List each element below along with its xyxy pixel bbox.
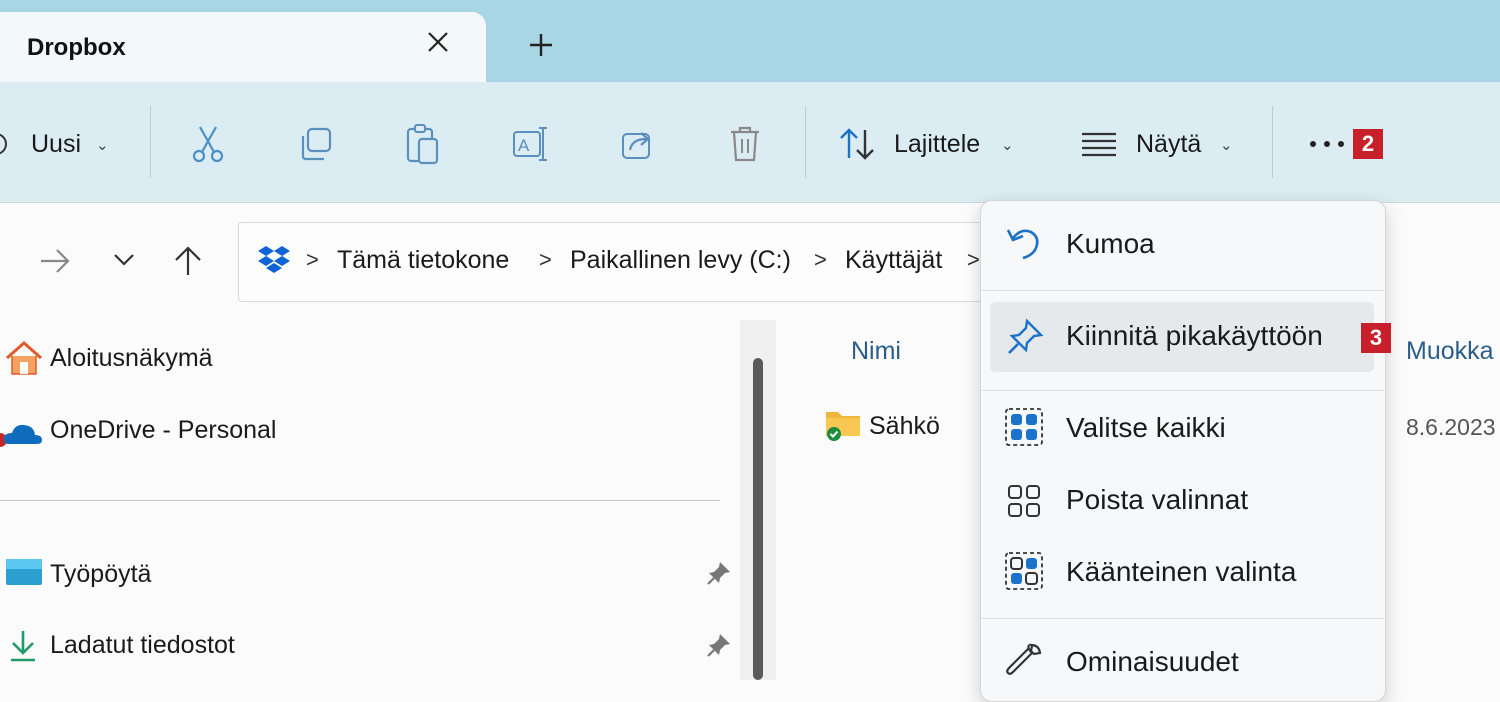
desktop-icon bbox=[5, 558, 43, 588]
select-none-icon bbox=[1005, 482, 1043, 520]
plus-icon[interactable] bbox=[526, 30, 556, 60]
dropbox-icon bbox=[257, 244, 291, 274]
breadcrumb-item[interactable]: Paikallinen levy (C:) bbox=[570, 246, 791, 275]
chevron-down-icon: ⌄ bbox=[1220, 137, 1233, 154]
menu-item-invert-selection[interactable]: Käänteinen valinta bbox=[1066, 556, 1296, 588]
share-icon[interactable] bbox=[620, 126, 656, 162]
cut-icon[interactable] bbox=[190, 124, 226, 164]
forward-arrow-icon[interactable] bbox=[38, 246, 72, 276]
column-header-name[interactable]: Nimi bbox=[851, 337, 901, 366]
more-icon[interactable] bbox=[1308, 138, 1348, 150]
sidebar-item-home[interactable]: Aloitusnäkymä bbox=[50, 344, 213, 373]
sort-icon bbox=[838, 126, 878, 162]
sort-button[interactable]: Lajittele bbox=[894, 130, 980, 159]
menu-divider bbox=[981, 390, 1383, 391]
new-button[interactable]: Uusi bbox=[31, 130, 81, 159]
menu-item-properties[interactable]: Ominaisuudet bbox=[1066, 646, 1239, 678]
step-badge: 3 bbox=[1361, 323, 1391, 353]
menu-divider bbox=[981, 618, 1383, 619]
undo-icon bbox=[1005, 224, 1045, 264]
toolbar-divider bbox=[1272, 106, 1273, 178]
svg-text:A: A bbox=[518, 136, 530, 155]
properties-icon bbox=[1005, 642, 1043, 680]
delete-icon[interactable] bbox=[727, 124, 763, 164]
breadcrumb-item[interactable]: Käyttäjät bbox=[845, 246, 942, 275]
paste-icon[interactable] bbox=[405, 123, 441, 165]
rename-icon[interactable]: A bbox=[511, 124, 551, 164]
sidebar-item-desktop[interactable]: Työpöytä bbox=[50, 560, 151, 589]
pin-icon[interactable] bbox=[706, 560, 732, 586]
toolbar-divider bbox=[150, 106, 151, 178]
breadcrumb-separator: > bbox=[306, 247, 319, 272]
sidebar-divider bbox=[0, 500, 720, 501]
recent-chevron-icon[interactable] bbox=[112, 252, 136, 268]
file-modified: 8.6.2023 bbox=[1406, 414, 1496, 440]
tab-title: Dropbox bbox=[27, 34, 126, 61]
close-icon[interactable] bbox=[424, 28, 452, 56]
column-header-modified[interactable]: Muokka bbox=[1406, 337, 1494, 366]
pin-icon bbox=[1006, 318, 1044, 356]
menu-divider bbox=[981, 290, 1383, 291]
file-name[interactable]: Sähkö bbox=[869, 412, 940, 441]
menu-item-select-all[interactable]: Valitse kaikki bbox=[1066, 412, 1226, 444]
chevron-down-icon: ⌄ bbox=[1001, 137, 1014, 154]
breadcrumb-separator: > bbox=[967, 247, 980, 272]
copy-icon[interactable] bbox=[298, 126, 334, 162]
toolbar-divider bbox=[805, 106, 806, 178]
step-badge: 2 bbox=[1353, 129, 1383, 159]
folder-synced-icon bbox=[824, 406, 864, 442]
pin-icon[interactable] bbox=[706, 632, 732, 658]
breadcrumb-item[interactable]: Tämä tietokone bbox=[337, 246, 509, 275]
sidebar-item-onedrive[interactable]: OneDrive - Personal bbox=[50, 416, 276, 445]
scrollbar-thumb[interactable] bbox=[753, 358, 763, 680]
sidebar-item-downloads[interactable]: Ladatut tiedostot bbox=[50, 631, 235, 660]
up-arrow-icon[interactable] bbox=[172, 244, 204, 278]
view-icon bbox=[1080, 130, 1118, 158]
context-menu bbox=[980, 200, 1386, 702]
home-icon bbox=[4, 340, 44, 376]
invert-selection-icon bbox=[1005, 552, 1043, 590]
download-icon bbox=[8, 628, 38, 664]
menu-item-select-none[interactable]: Poista valinnat bbox=[1066, 484, 1248, 516]
chevron-down-icon: ⌄ bbox=[96, 137, 109, 154]
breadcrumb-separator: > bbox=[814, 247, 827, 272]
menu-item-undo[interactable]: Kumoa bbox=[1066, 228, 1155, 260]
menu-item-pin-to-quick-access[interactable]: Kiinnitä pikakäyttöön bbox=[1066, 320, 1323, 352]
new-icon bbox=[0, 130, 14, 158]
onedrive-icon bbox=[0, 416, 44, 452]
view-button[interactable]: Näytä bbox=[1136, 130, 1201, 159]
breadcrumb-separator: > bbox=[539, 247, 552, 272]
select-all-icon bbox=[1005, 408, 1043, 446]
